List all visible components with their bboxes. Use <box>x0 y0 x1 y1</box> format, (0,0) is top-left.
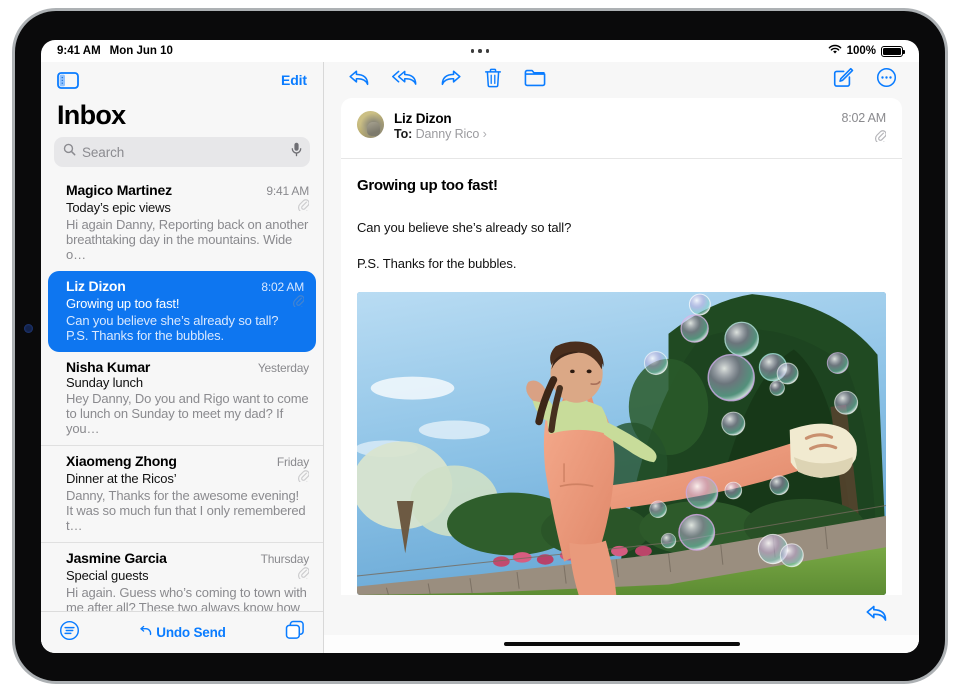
to-label: To: <box>394 127 413 141</box>
mail-list-item[interactable]: Liz Dizon 8:02 AM Growing up too fast! Can … <box>48 271 316 352</box>
status-date: Mon Jun 10 <box>109 45 173 57</box>
mail-list-item[interactable]: Magico Martinez 9:41 AM Today’s epic views… <box>41 175 323 271</box>
ipad-device-frame: 9:41 AM Mon Jun 10 100% Edit Inbox Searc… <box>12 8 948 684</box>
mail-list-item[interactable]: Nisha Kumar Yesterday Sunday lunch Hey Dann… <box>41 352 323 445</box>
message-bottom-toolbar <box>324 595 919 635</box>
message-photo-attachment[interactable] <box>357 292 886 595</box>
mail-app-body: Edit Inbox Search Magico Martinez 9:41 A… <box>41 62 919 653</box>
mail-preview: Hi again. Guess who’s coming to town wit… <box>66 585 307 611</box>
ipad-screen: 9:41 AM Mon Jun 10 100% Edit Inbox Searc… <box>41 40 919 653</box>
message-body: Growing up too fast! Can you believe she… <box>341 159 902 595</box>
paperclip-icon <box>875 129 887 147</box>
mailbox-sidebar: Edit Inbox Search Magico Martinez 9:41 A… <box>41 62 324 653</box>
search-icon <box>63 143 76 161</box>
message-subject: Growing up too fast! <box>357 177 498 194</box>
mail-list-item[interactable]: Jasmine Garcia Thursday Special guests Hi a… <box>41 542 323 611</box>
reply-button[interactable] <box>348 68 370 92</box>
sender-avatar <box>357 111 384 138</box>
message-header-right: 8:02 AM <box>841 111 887 147</box>
mail-preview: Can you believe she’s already so tall? P… <box>66 313 279 343</box>
message-sender-name: Liz Dizon <box>394 111 452 126</box>
message-paragraph: P.S. Thanks for the bubbles. <box>357 256 517 271</box>
reply-all-button[interactable] <box>392 68 418 92</box>
recipient-name: Danny Rico <box>415 127 480 141</box>
paperclip-icon <box>293 294 305 312</box>
compose-button[interactable] <box>833 67 854 93</box>
mail-list[interactable]: Magico Martinez 9:41 AM Today’s epic views… <box>41 175 323 611</box>
chevron-right-icon: › <box>482 127 487 141</box>
sidebar-bottom-toolbar: Undo Send <box>41 611 323 653</box>
new-window-icon[interactable] <box>285 620 305 645</box>
filter-icon[interactable] <box>59 620 80 646</box>
message-header-names: Liz Dizon To: Danny Rico › <box>394 111 832 141</box>
status-time: 9:41 AM <box>57 45 101 57</box>
paperclip-icon <box>298 198 310 216</box>
status-bar: 9:41 AM Mon Jun 10 100% <box>41 40 919 62</box>
undo-send-label: Undo Send <box>156 625 226 640</box>
mail-preview: Danny, Thanks for the awesome evening! I… <box>66 488 306 533</box>
mail-date: 8:02 AM <box>261 280 304 294</box>
search-input[interactable]: Search <box>54 137 310 167</box>
sidebar-toggle-icon[interactable] <box>57 71 79 89</box>
home-indicator[interactable] <box>503 642 740 646</box>
search-placeholder: Search <box>82 144 125 160</box>
mail-sender: Liz Dizon <box>66 278 126 294</box>
home-indicator-row <box>324 635 919 653</box>
more-options-button[interactable] <box>876 67 897 93</box>
mail-subject: Sunday lunch <box>66 375 143 390</box>
microphone-icon[interactable] <box>291 142 302 162</box>
message-card: Liz Dizon To: Danny Rico › 8:02 AM Growi… <box>341 98 902 595</box>
mail-sender: Nisha Kumar <box>66 359 151 375</box>
page-title: Inbox <box>57 100 126 130</box>
mail-date: Thursday <box>260 552 310 566</box>
battery-percent-label: 100% <box>846 45 876 57</box>
message-paragraph: Can you believe she’s already so tall? <box>357 220 572 235</box>
mail-subject: Today’s epic views <box>66 199 171 215</box>
battery-full-icon <box>881 45 905 57</box>
mail-subject: Dinner at the Ricos’ <box>66 470 177 486</box>
mail-date: 9:41 AM <box>266 184 309 198</box>
status-bar-left: 9:41 AM Mon Jun 10 <box>57 45 173 57</box>
move-to-folder-button[interactable] <box>524 69 546 92</box>
bezel-camera-speck <box>24 324 33 333</box>
mail-sender: Jasmine Garcia <box>66 550 167 566</box>
delete-button[interactable] <box>484 68 502 93</box>
paperclip-icon <box>298 469 310 487</box>
status-bar-right: 100% <box>828 44 905 58</box>
mail-preview: Hi again Danny, Reporting back on anothe… <box>66 217 309 262</box>
wifi-icon <box>828 44 842 58</box>
mail-subject: Growing up too fast! <box>66 295 180 311</box>
message-recipient-row[interactable]: To: Danny Rico › <box>394 127 832 141</box>
mail-subject: Special guests <box>66 567 149 583</box>
message-time: 8:02 AM <box>841 111 887 125</box>
mail-list-item[interactable]: Xiaomeng Zhong Friday Dinner at the Ricos’… <box>41 445 323 542</box>
forward-button[interactable] <box>440 68 462 92</box>
mail-sender: Magico Martinez <box>66 182 172 198</box>
sidebar-top-bar: Edit <box>41 62 323 98</box>
paperclip-icon <box>298 566 310 584</box>
message-toolbar <box>324 62 919 98</box>
mail-date: Friday <box>276 455 309 469</box>
device-bezel: 9:41 AM Mon Jun 10 100% Edit Inbox Searc… <box>15 11 945 681</box>
search-bar-wrapper: Search <box>41 137 323 175</box>
message-header[interactable]: Liz Dizon To: Danny Rico › 8:02 AM <box>341 98 902 159</box>
undo-send-button[interactable]: Undo Send <box>139 625 226 640</box>
mail-sender: Xiaomeng Zhong <box>66 453 177 469</box>
edit-button[interactable]: Edit <box>281 72 307 88</box>
mail-date: Yesterday <box>257 361 309 375</box>
message-pane: Liz Dizon To: Danny Rico › 8:02 AM Growi… <box>324 62 919 653</box>
reply-button[interactable] <box>865 603 888 628</box>
undo-arrow-icon <box>139 625 152 640</box>
mail-preview: Hey Danny, Do you and Rigo want to come … <box>66 391 309 436</box>
